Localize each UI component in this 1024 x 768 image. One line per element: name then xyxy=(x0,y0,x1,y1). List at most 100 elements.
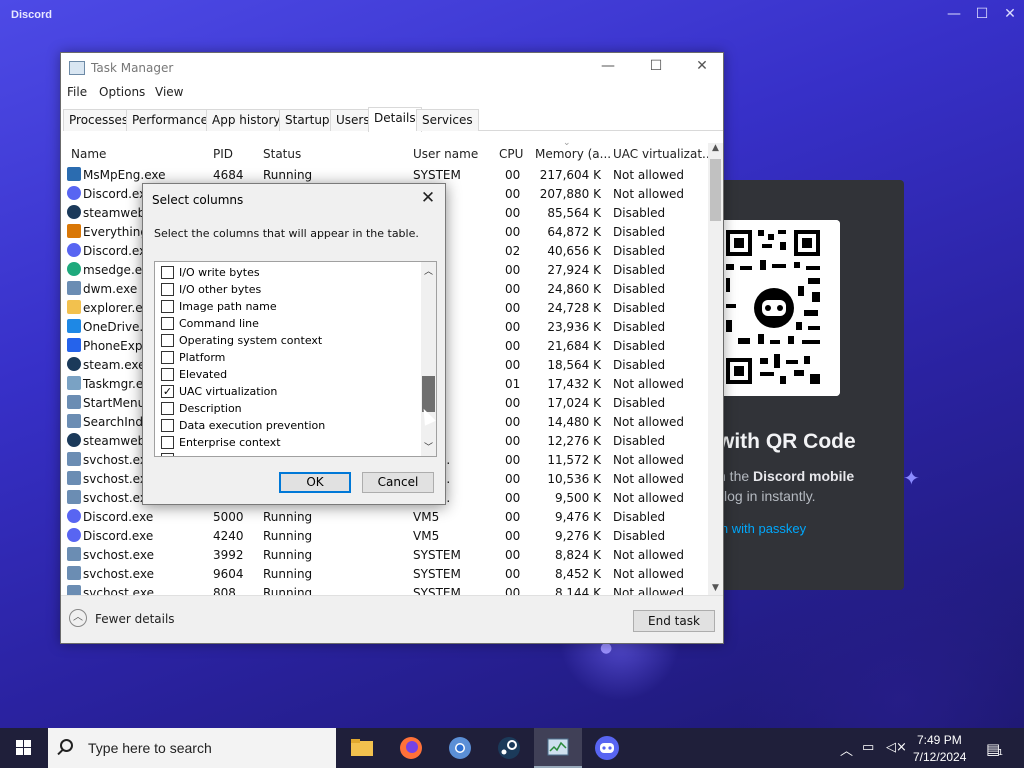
tab-performance[interactable]: Performance xyxy=(126,109,215,131)
passkey-login-link[interactable]: in with passkey xyxy=(718,521,806,536)
column-option[interactable]: Data execution prevention xyxy=(161,417,411,434)
ok-button[interactable]: OK xyxy=(279,472,351,493)
chevron-up-icon[interactable]: ︿ xyxy=(69,609,87,627)
task-manager-footer: ︿ Fewer details End task xyxy=(61,595,723,643)
tab-processes[interactable]: Processes xyxy=(63,109,135,131)
menu-file[interactable]: File xyxy=(67,85,87,99)
column-header-user-name[interactable]: User name xyxy=(413,147,478,161)
checkbox[interactable] xyxy=(161,453,174,456)
menu-options[interactable]: Options xyxy=(99,85,145,99)
column-option[interactable]: I/O other bytes xyxy=(161,281,411,298)
table-row[interactable]: Discord.exe 4240 Running VM5 00 9,276 K Disabl… xyxy=(61,526,709,545)
checkbox[interactable] xyxy=(161,317,174,330)
chromium-icon[interactable] xyxy=(436,728,484,768)
checkbox[interactable] xyxy=(161,334,174,347)
volume-muted-icon[interactable]: ◁× xyxy=(886,740,907,755)
steam-icon[interactable] xyxy=(485,728,533,768)
close-icon[interactable]: ✕ xyxy=(687,58,717,74)
firefox-icon[interactable] xyxy=(387,728,435,768)
column-option[interactable]: Description xyxy=(161,400,411,417)
checkbox[interactable] xyxy=(161,419,174,432)
table-row[interactable]: svchost.exe 808 Running SYSTEM 00 8,144 K Not … xyxy=(61,583,709,595)
cell-uac-virtualization: Not allowed xyxy=(613,377,685,391)
chevron-up-icon[interactable]: ︿ xyxy=(840,740,853,759)
cell-name: dwm.exe xyxy=(83,282,138,296)
clock-date[interactable]: 7/12/2024 xyxy=(913,750,966,764)
cell-cpu: 00 xyxy=(505,548,521,562)
table-row[interactable]: MsMpEng.exe 4684 Running SYSTEM 00 217,604 K N… xyxy=(61,165,709,184)
checkbox[interactable] xyxy=(161,368,174,381)
cell-memory: 9,276 K xyxy=(554,529,601,543)
table-scrollbar[interactable]: ▲ ▼ xyxy=(708,143,723,595)
tab-details[interactable]: Details xyxy=(368,107,422,132)
cell-status: Running xyxy=(263,548,313,562)
table-row[interactable]: svchost.exe 9604 Running SYSTEM 00 8,452 K Not… xyxy=(61,564,709,583)
scroll-up-icon[interactable]: ︿ xyxy=(421,264,436,277)
table-row[interactable]: svchost.exe 3992 Running SYSTEM 00 8,824 K Not… xyxy=(61,545,709,564)
scrollbar-thumb[interactable] xyxy=(710,159,721,221)
column-option[interactable]: Image path name xyxy=(161,298,411,315)
column-header-cpu[interactable]: CPU xyxy=(499,147,523,161)
file-explorer-icon[interactable] xyxy=(338,728,386,768)
scroll-down-icon[interactable]: ﹀ xyxy=(421,440,436,453)
cancel-button[interactable]: Cancel xyxy=(362,472,434,493)
minimize-icon[interactable]: — xyxy=(593,58,623,74)
checkbox[interactable] xyxy=(161,283,174,296)
column-header-memory[interactable]: Memory (a... xyxy=(535,147,611,161)
column-option[interactable]: ✓ UAC virtualization xyxy=(161,383,411,400)
cell-cpu: 00 xyxy=(505,358,521,372)
cell-user-name: SYSTEM xyxy=(413,168,461,182)
minimize-icon[interactable]: — xyxy=(944,6,964,22)
maximize-icon[interactable]: ☐ xyxy=(641,58,671,74)
column-option[interactable]: I/O write bytes xyxy=(161,264,411,281)
menu-view[interactable]: View xyxy=(155,85,183,99)
checkbox[interactable] xyxy=(161,351,174,364)
cell-name: steam.exe xyxy=(83,358,146,372)
cell-name: svchost.exe xyxy=(83,586,154,595)
checkbox[interactable] xyxy=(161,402,174,415)
column-option[interactable]: Operating system context xyxy=(161,332,411,349)
taskbar-search-box[interactable]: Type here to search xyxy=(48,728,336,768)
checkbox[interactable] xyxy=(161,436,174,449)
cell-cpu: 00 xyxy=(505,567,521,581)
task-manager-titlebar[interactable]: Task Manager — ☐ ✕ xyxy=(61,53,723,83)
cell-cpu: 00 xyxy=(505,415,521,429)
checkbox[interactable] xyxy=(161,300,174,313)
network-icon[interactable]: ▭ xyxy=(862,740,874,755)
column-header-name[interactable]: Name xyxy=(71,147,106,161)
cell-memory: 64,872 K xyxy=(547,225,601,239)
notification-count: 1 xyxy=(998,748,1004,757)
column-header-pid[interactable]: PID xyxy=(213,147,233,161)
start-button[interactable] xyxy=(0,728,48,768)
checkbox[interactable] xyxy=(161,266,174,279)
scroll-down-icon[interactable]: ▼ xyxy=(708,583,723,593)
maximize-icon[interactable]: ☐ xyxy=(972,6,992,22)
tab-startup[interactable]: Startup xyxy=(279,109,336,131)
column-option[interactable]: Enterprise context xyxy=(161,434,411,451)
cell-memory: 217,604 K xyxy=(539,168,601,182)
scroll-up-icon[interactable]: ▲ xyxy=(708,143,723,153)
discord-icon[interactable] xyxy=(583,728,631,768)
cell-cpu: 00 xyxy=(505,225,521,239)
clock-time[interactable]: 7:49 PM xyxy=(917,733,962,747)
column-header-status[interactable]: Status xyxy=(263,147,301,161)
close-icon[interactable]: ✕ xyxy=(417,188,439,208)
column-option[interactable]: Command line xyxy=(161,315,411,332)
tab-services[interactable]: Services xyxy=(416,109,479,131)
end-task-button[interactable]: End task xyxy=(633,610,715,632)
fewer-details-link[interactable]: Fewer details xyxy=(95,612,175,626)
column-option[interactable]: Elevated xyxy=(161,366,411,383)
column-option[interactable]: Platform xyxy=(161,349,411,366)
cell-uac-virtualization: Not allowed xyxy=(613,168,685,182)
dialog-description: Select the columns that will appear in t… xyxy=(154,227,419,240)
table-row[interactable]: Discord.exe 5000 Running VM5 00 9,476 K Disabl… xyxy=(61,507,709,526)
task-manager-icon[interactable] xyxy=(534,728,582,768)
close-icon[interactable]: ✕ xyxy=(1000,6,1020,22)
checklist-scrollbar[interactable]: ︿ ﹀ xyxy=(421,262,436,456)
checkbox-checked[interactable]: ✓ xyxy=(161,385,174,398)
cell-name: MsMpEng.exe xyxy=(83,168,166,182)
tab-app-history[interactable]: App history xyxy=(206,109,287,131)
column-header-uac-virtualization[interactable]: UAC virtualizat... xyxy=(613,147,709,161)
sparkle-icon: ✦ xyxy=(903,466,920,490)
column-option-partial[interactable] xyxy=(161,451,411,456)
